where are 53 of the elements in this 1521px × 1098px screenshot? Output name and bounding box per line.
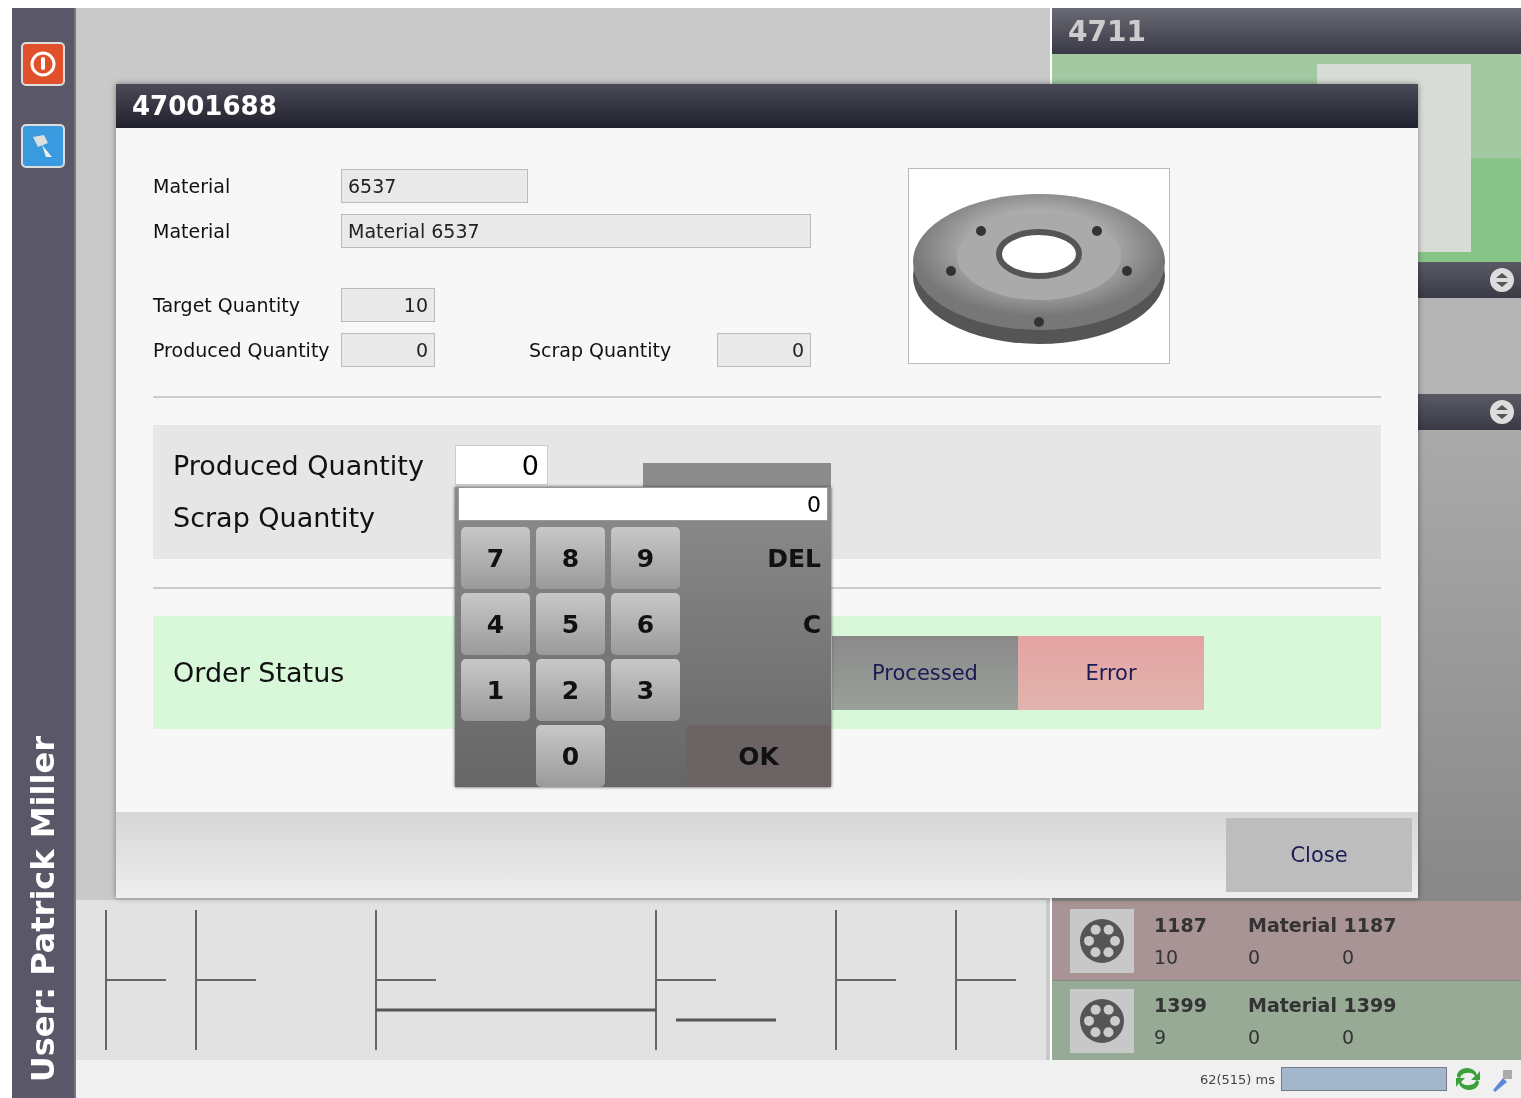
target-quantity-field[interactable]: 10 (341, 288, 435, 322)
keypad-key[interactable]: 3 (611, 659, 680, 721)
collapse-icon[interactable] (1489, 267, 1515, 293)
refresh-icon[interactable] (1453, 1067, 1483, 1091)
keypad-key[interactable]: 2 (536, 659, 605, 721)
field-label: Produced Quantity (153, 339, 331, 361)
keypad-key[interactable]: 1 (461, 659, 530, 721)
field-label: Material (153, 175, 232, 197)
order-number: 1187 (1154, 913, 1208, 936)
order-row[interactable]: 1187 Material 1187 10 0 0 (1052, 900, 1521, 980)
material-name: Material 1187 (1248, 913, 1398, 936)
collapse-icon[interactable] (1489, 399, 1515, 425)
keypad-key[interactable]: 8 (536, 527, 605, 589)
dialog-title: 47001688 (132, 91, 277, 121)
keypad-key[interactable]: C (686, 593, 831, 655)
machine-title: 4711 (1068, 14, 1146, 48)
keypad-key[interactable]: 5 (536, 593, 605, 655)
material-name: Material 1399 (1248, 993, 1398, 1016)
keypad-key[interactable]: 4 (461, 593, 530, 655)
material-field[interactable]: 6537 (341, 169, 528, 203)
keypad-key[interactable]: 7 (461, 527, 530, 589)
table-cell-text: 0 (1248, 945, 1262, 968)
description-field[interactable]: Material 6537 (341, 214, 811, 248)
field-label: Scrap Quantity (529, 339, 673, 361)
keypad-key[interactable]: 0 (536, 725, 605, 787)
field-label: Material (153, 220, 232, 242)
table-cell-text: 10 (1154, 945, 1180, 968)
order-row[interactable]: 1399 Material 1399 9 0 0 (1052, 980, 1521, 1060)
status-label: Order Status (173, 657, 346, 688)
order-number: 1399 (1154, 993, 1208, 1016)
power-icon[interactable] (21, 42, 65, 86)
table-cell-text: 0 (1248, 1025, 1262, 1048)
table-cell-text: 0 (1342, 1025, 1356, 1048)
scrap-quantity-field[interactable]: 0 (717, 333, 811, 367)
part-thumbnail (1070, 988, 1134, 1053)
keypad-key[interactable]: 9 (611, 527, 680, 589)
entry-label: Scrap Quantity (173, 501, 377, 533)
status-option[interactable]: Error (1018, 635, 1204, 710)
scanner-icon[interactable] (21, 124, 65, 168)
part-thumbnail (1070, 908, 1134, 973)
produced-quantity-field[interactable]: 0 (341, 333, 435, 367)
table-cell-text: 9 (1154, 1025, 1168, 1048)
user-name: User: Patrick Miller (24, 735, 62, 1082)
entry-label: Produced Quantity (173, 449, 425, 481)
keypad-key[interactable]: 6 (611, 593, 680, 655)
close-button[interactable]: Close (1226, 818, 1412, 892)
table-cell-text: 0 (1342, 945, 1356, 968)
keypad-input[interactable]: 0 (458, 487, 828, 521)
status-option[interactable]: Processed (832, 635, 1018, 710)
timing-text: 62(515) ms (1199, 1071, 1275, 1087)
keypad-key[interactable]: DEL (686, 527, 831, 589)
field-label: Target Quantity (153, 294, 301, 316)
produced-input[interactable]: 0 (455, 445, 548, 485)
